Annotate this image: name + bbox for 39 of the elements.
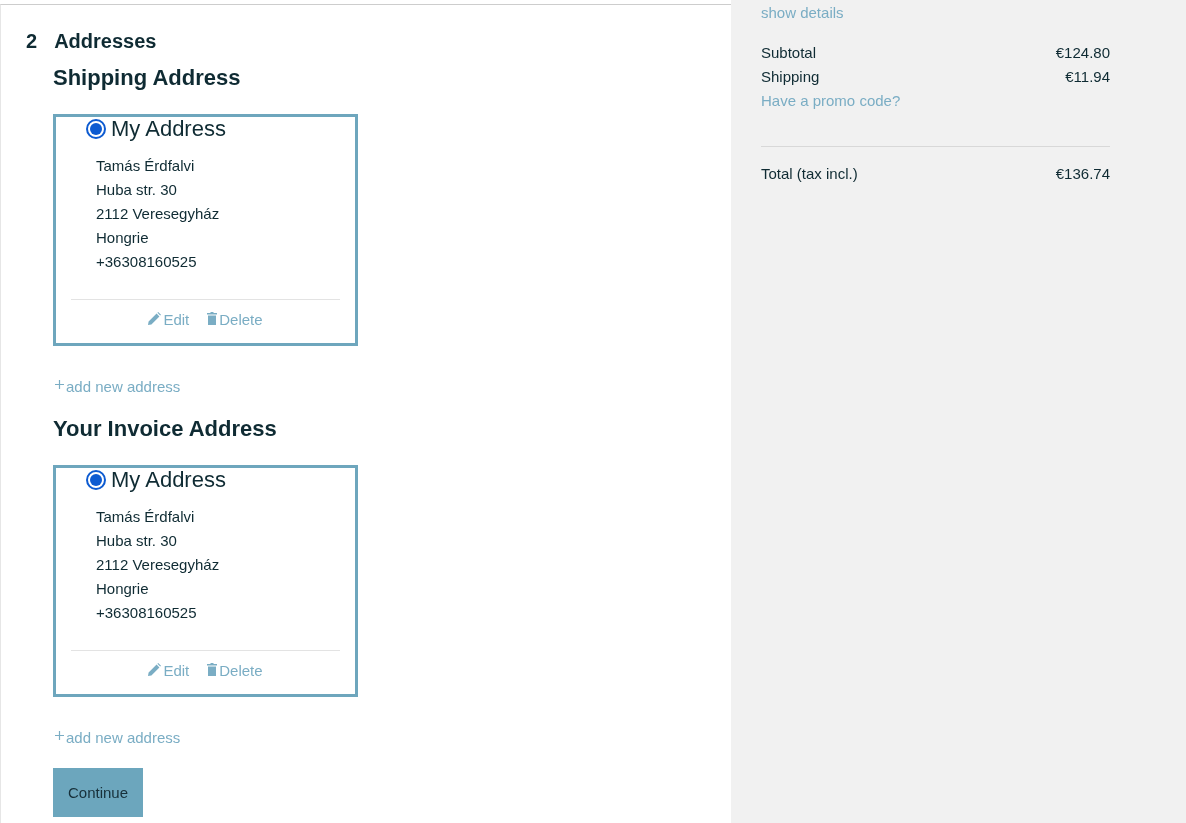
pencil-icon xyxy=(148,311,162,325)
address-line: Huba str. 30 xyxy=(96,531,177,551)
address-line: 2112 Veresegyház xyxy=(96,204,220,224)
total-amount: €136.74 xyxy=(1055,164,1110,184)
summary-label: Subtotal xyxy=(761,43,817,63)
total-label: Total (tax incl.) xyxy=(761,164,858,184)
add-address-link[interactable]: add new address xyxy=(55,727,181,749)
summary-label: Shipping xyxy=(761,67,820,87)
section-heading: Shipping Address xyxy=(53,64,241,92)
step-number: 2 xyxy=(26,30,38,52)
address-line: 2112 Veresegyház xyxy=(96,555,220,575)
section-heading: Your Invoice Address xyxy=(53,415,277,443)
radio-button[interactable] xyxy=(86,470,106,490)
trash-icon xyxy=(207,662,218,676)
summary-amount: €11.94 xyxy=(1065,67,1110,87)
trash-icon xyxy=(207,311,218,325)
address-line: Hongrie xyxy=(96,579,149,599)
address-alias: My Address xyxy=(111,117,226,141)
delete-link[interactable]: Delete xyxy=(207,310,263,330)
address-alias: My Address xyxy=(111,468,226,492)
edit-link[interactable]: Edit xyxy=(148,310,190,330)
pencil-icon xyxy=(148,662,162,676)
delete-link[interactable]: Delete xyxy=(207,661,263,681)
address-line: Tamás Érdfalvi xyxy=(96,507,195,527)
plus-icon xyxy=(55,731,64,740)
step-title: Addresses xyxy=(54,30,157,52)
plus-icon xyxy=(55,380,64,389)
address-line: Huba str. 30 xyxy=(96,180,177,200)
promo-code-link[interactable]: Have a promo code? xyxy=(761,89,901,113)
radio-button[interactable] xyxy=(86,119,106,139)
address-line: Hongrie xyxy=(96,228,149,248)
address-line: +36308160525 xyxy=(96,603,197,623)
continue-button[interactable]: Continue xyxy=(53,768,143,817)
add-address-link[interactable]: add new address xyxy=(55,376,181,398)
summary-amount: €124.80 xyxy=(1055,43,1110,63)
show-details-link[interactable]: show details xyxy=(761,2,844,24)
address-line: +36308160525 xyxy=(96,252,197,272)
address-line: Tamás Érdfalvi xyxy=(96,156,195,176)
edit-link[interactable]: Edit xyxy=(148,661,190,681)
